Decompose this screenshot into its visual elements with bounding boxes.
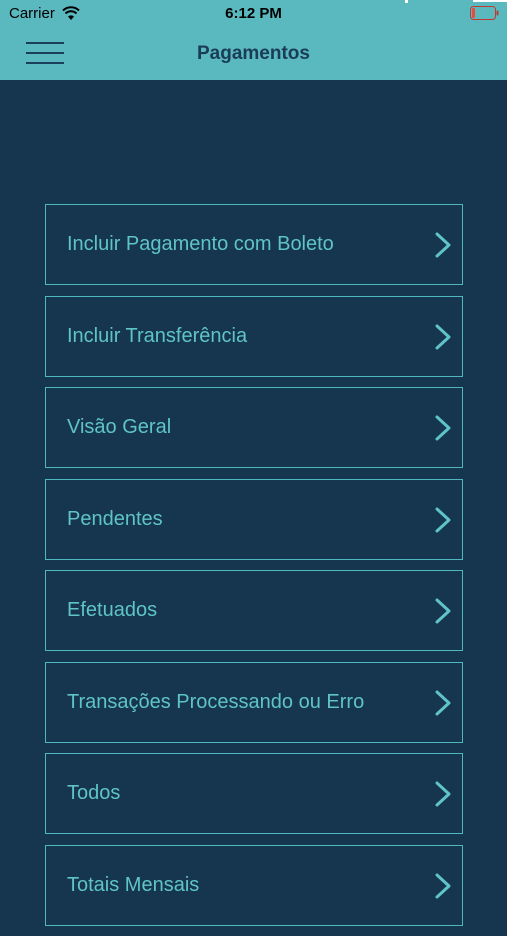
- clock: 6:12 PM: [225, 5, 282, 22]
- menu-item-pendentes[interactable]: Pendentes: [45, 478, 463, 560]
- menu-item-incluir-pagamento-boleto[interactable]: Incluir Pagamento com Boleto: [45, 204, 463, 285]
- chevron-right-icon: [435, 324, 451, 349]
- menu-item-visao-geral[interactable]: Visão Geral: [45, 387, 463, 468]
- menu-item-transacoes-processando-erro[interactable]: Transações Processando ou Erro: [45, 661, 463, 743]
- chevron-right-icon: [435, 415, 451, 441]
- menu-item-totais-mensais[interactable]: Totais Mensais: [45, 844, 463, 926]
- menu-item-label: Efetuados: [67, 599, 158, 621]
- menu-item-label: Incluir Transferência: [67, 324, 248, 347]
- menu-item-efetuados[interactable]: Efetuados: [45, 570, 463, 651]
- app-header: Carrier 6:12 PM Pagamentos: [0, 0, 507, 80]
- menu-item-todos[interactable]: Todos: [45, 753, 463, 834]
- menu-item-label: Visão Geral: [67, 416, 172, 438]
- menu-item-label: Totais Mensais: [67, 873, 200, 896]
- chevron-right-icon: [435, 873, 451, 898]
- status-bar: Carrier 6:12 PM: [0, 0, 507, 28]
- payments-menu: Incluir Pagamento com Boleto Incluir Tra…: [45, 204, 463, 936]
- chevron-right-icon: [435, 232, 451, 258]
- status-indicator-line: [473, 0, 507, 2]
- status-indicator: [405, 0, 408, 3]
- chevron-right-icon: [435, 781, 451, 807]
- menu-item-label: Transações Processando ou Erro: [67, 690, 365, 713]
- menu-item-label: Incluir Pagamento com Boleto: [67, 233, 334, 255]
- menu-item-label: Todos: [67, 782, 121, 804]
- chevron-right-icon: [435, 690, 451, 715]
- menu-item-incluir-transferencia[interactable]: Incluir Transferência: [45, 295, 463, 377]
- chevron-right-icon: [435, 507, 451, 532]
- chevron-right-icon: [435, 598, 451, 624]
- page-title: Pagamentos: [197, 43, 310, 64]
- battery-icon: [470, 6, 499, 20]
- menu-item-label: Pendentes: [67, 507, 163, 530]
